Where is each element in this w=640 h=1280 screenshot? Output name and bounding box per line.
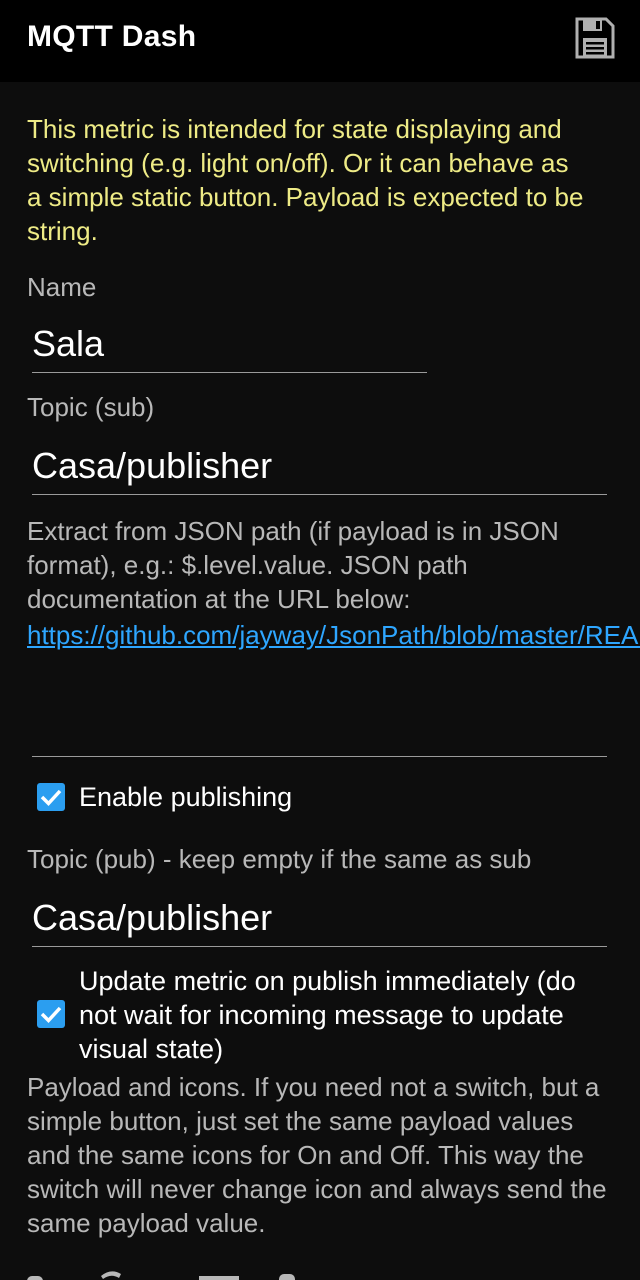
save-button[interactable] [570, 14, 618, 62]
app-title: MQTT Dash [27, 20, 197, 53]
app-bar: MQTT Dash [0, 0, 640, 82]
metric-form: This metric is intended for state displa… [0, 82, 640, 1280]
topic-sub-field[interactable]: Casa/publisher [32, 444, 607, 495]
update-immediately-checkbox[interactable] [37, 1000, 65, 1028]
name-field[interactable]: Sala [32, 322, 427, 373]
topic-pub-field[interactable]: Casa/publisher [32, 896, 607, 947]
checkmark-icon [40, 1006, 62, 1024]
info-text: This metric is intended for state displa… [27, 114, 584, 246]
payload-row-cutoff [27, 1262, 627, 1280]
name-label: Name [27, 272, 97, 302]
enable-publishing-checkbox[interactable] [37, 783, 65, 811]
update-immediately-label[interactable]: Update metric on publish immediately (do… [79, 964, 619, 1066]
json-path-doc-link[interactable]: https://github.com/jayway/JsonPath/blob/… [27, 618, 640, 652]
checkmark-icon [40, 789, 62, 807]
payload-icons-help: Payload and icons. If you need not a swi… [27, 1072, 607, 1238]
enable-publishing-label[interactable]: Enable publishing [79, 780, 292, 814]
topic-pub-label: Topic (pub) - keep empty if the same as … [27, 844, 532, 874]
json-path-field[interactable] [32, 706, 607, 757]
topic-sub-label: Topic (sub) [27, 392, 155, 422]
json-path-help: Extract from JSON path (if payload is in… [27, 516, 559, 614]
save-icon [570, 17, 618, 66]
